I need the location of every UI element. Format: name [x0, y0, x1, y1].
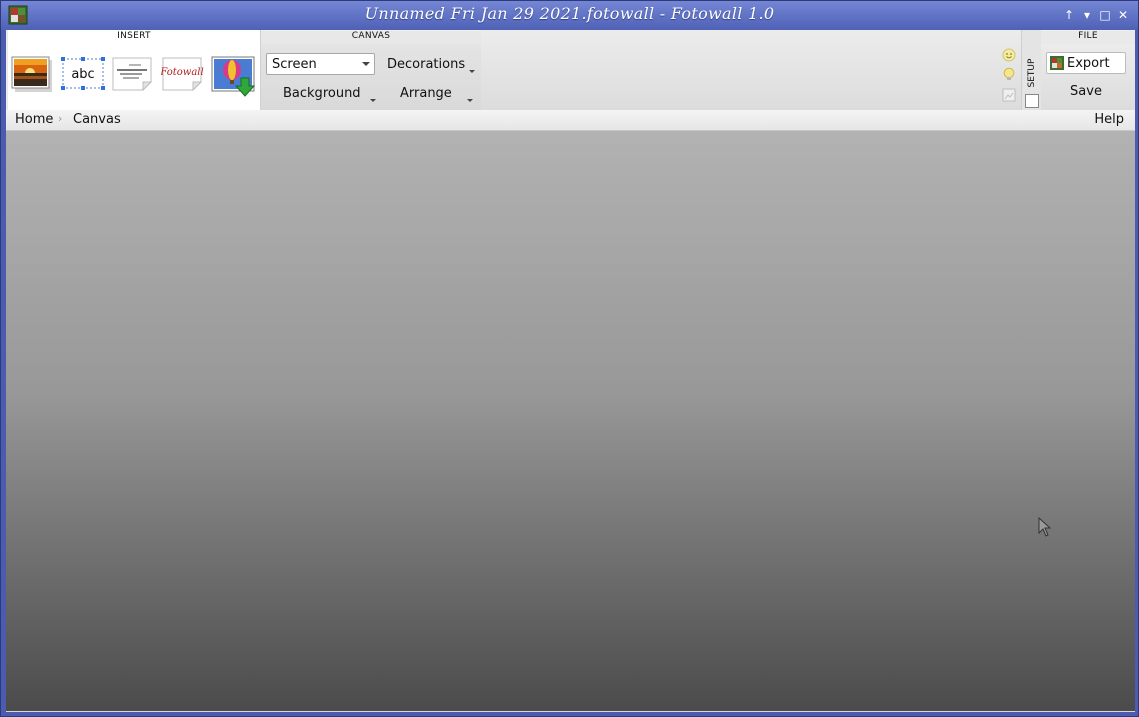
text-abc-icon: abc: [61, 57, 105, 90]
ribbon-spacer: [481, 30, 1021, 110]
client-area: INSERT abc Fotowall CANVAS Screen Decora…: [6, 30, 1135, 712]
decorations-label: Decorations: [387, 57, 466, 72]
canvas-mode-select[interactable]: Screen: [266, 53, 375, 75]
setup-label: SETUP: [1027, 58, 1037, 88]
insert-text-button[interactable]: abc: [61, 56, 105, 92]
background-label: Background: [283, 86, 361, 101]
tips-column: [1002, 48, 1018, 108]
wordcloud-icon: [112, 57, 153, 92]
canvas-section-title: CANVAS: [261, 31, 481, 44]
insert-section-title: INSERT: [8, 31, 260, 41]
file-section-title: FILE: [1041, 31, 1135, 44]
export-label: Export: [1067, 56, 1110, 71]
title-bar[interactable]: Unnamed Fri Jan 29 2021.fotowall - Fotow…: [1, 1, 1138, 30]
abc-glyph: abc: [71, 67, 94, 82]
help-link[interactable]: Help: [1094, 112, 1124, 127]
mouse-cursor-icon: [1038, 517, 1052, 537]
chevron-down-icon: [467, 99, 473, 102]
background-menu-button[interactable]: Background: [283, 86, 376, 102]
arrange-label: Arrange: [400, 86, 452, 101]
export-button[interactable]: Export: [1046, 52, 1126, 74]
insert-wordcloud-button[interactable]: [111, 56, 153, 92]
insert-picture-button[interactable]: [11, 56, 52, 92]
canvas-mode-value: Screen: [272, 57, 317, 72]
close-button[interactable]: ✕: [1115, 7, 1131, 23]
photo-sunset-icon: [11, 56, 52, 92]
lightbulb-icon[interactable]: [1002, 67, 1016, 81]
insert-webcam-button[interactable]: Fotowall: [159, 56, 204, 92]
chevron-down-icon: [362, 62, 370, 66]
file-section: FILE Export Save: [1041, 30, 1135, 110]
chevron-right-icon: ›: [58, 112, 63, 125]
decorations-menu-button[interactable]: Decorations: [387, 57, 475, 73]
breadcrumb-home[interactable]: Home: [15, 112, 53, 127]
fotowall-glyph: Fotowall: [161, 67, 204, 78]
insert-section: INSERT abc Fotowall: [8, 30, 261, 110]
window-title: Unnamed Fri Jan 29 2021.fotowall - Fotow…: [364, 4, 775, 23]
canvas-stage[interactable]: [6, 131, 1135, 711]
insert-download-button[interactable]: [211, 56, 257, 97]
download-balloon-icon: [211, 56, 256, 97]
export-icon: [1050, 56, 1064, 70]
arrange-menu-button[interactable]: Arrange: [400, 86, 473, 102]
save-button[interactable]: Save: [1046, 84, 1126, 99]
minimize-button[interactable]: ▾: [1079, 7, 1095, 23]
chevron-down-icon: [469, 70, 475, 73]
image-placeholder-icon[interactable]: [1002, 88, 1016, 102]
maximize-button[interactable]: □: [1097, 7, 1113, 23]
breadcrumb-current: Canvas: [73, 112, 121, 127]
setup-checkbox[interactable]: [1025, 94, 1039, 108]
smiley-icon[interactable]: [1002, 48, 1016, 62]
pin-button[interactable]: ↑: [1061, 7, 1077, 23]
app-window: Unnamed Fri Jan 29 2021.fotowall - Fotow…: [0, 0, 1139, 717]
fotowall-webcam-icon: Fotowall: [159, 57, 204, 92]
ribbon-toolbar: INSERT abc Fotowall CANVAS Screen Decora…: [6, 30, 1135, 110]
canvas-section: CANVAS Screen Decorations Background Arr…: [261, 30, 481, 110]
setup-section: SETUP: [1021, 30, 1042, 110]
breadcrumb: Home › Canvas Help: [6, 110, 1135, 131]
chevron-down-icon: [370, 99, 376, 102]
